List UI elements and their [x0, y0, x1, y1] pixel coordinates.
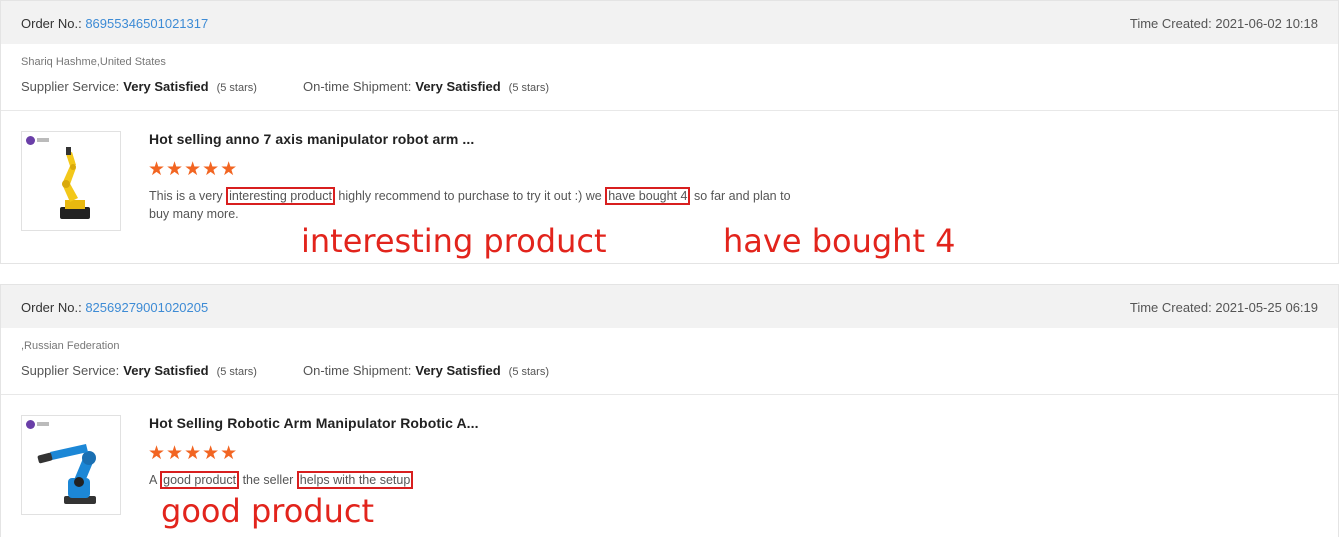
order-header: Order No.: 86955346501021317 Time Create… — [1, 1, 1338, 44]
supplier-service-value: Very Satisfied — [123, 79, 209, 94]
review-text-part: the seller — [239, 473, 297, 487]
order-gap — [0, 264, 1341, 284]
shipment-stars: (5 stars) — [508, 366, 549, 378]
supplier-service-stars: (5 stars) — [216, 82, 257, 94]
review-text-part: A — [149, 473, 161, 487]
seller-ratings: Supplier Service: Very Satisfied (5 stars)… — [21, 79, 549, 94]
rating-stars: ★★★★★ — [148, 443, 239, 464]
product-title[interactable]: Hot Selling Robotic Arm Manipulator Robo… — [149, 415, 479, 431]
buyer-name: Shariq Hashme,United States — [21, 56, 166, 68]
review-text: This is a very interesting product highl… — [149, 187, 809, 223]
order-number-label: Order No.: — [21, 300, 82, 315]
order-number: Order No.: 86955346501021317 — [21, 16, 208, 31]
blue-robot-arm-icon — [37, 444, 96, 504]
shipment-value: Very Satisfied — [415, 363, 501, 378]
shipment-rating: On-time Shipment: Very Satisfied (5 stars) — [303, 79, 549, 94]
order-number-label: Order No.: — [21, 16, 82, 31]
supplier-service-label: Supplier Service: — [21, 79, 120, 94]
order-number-link[interactable]: 86955346501021317 — [85, 16, 208, 31]
seller-ratings: Supplier Service: Very Satisfied (5 stars)… — [21, 363, 549, 378]
yellow-robot-arm-icon — [60, 147, 90, 219]
divider — [1, 394, 1338, 395]
shipment-rating: On-time Shipment: Very Satisfied (5 stars) — [303, 363, 549, 378]
rating-stars: ★★★★★ — [148, 159, 239, 180]
review-text-part: highly recommend to purchase to try it o… — [334, 189, 606, 203]
order-card: Order No.: 82569279001020205 Time Create… — [0, 284, 1339, 537]
highlight-box: interesting product — [226, 187, 335, 205]
review-text-part: This is a very — [149, 189, 227, 203]
shipment-label: On-time Shipment: — [303, 363, 412, 378]
product-title[interactable]: Hot selling anno 7 axis manipulator robo… — [149, 131, 474, 147]
shipment-value: Very Satisfied — [415, 79, 501, 94]
product-thumbnail[interactable] — [21, 131, 121, 231]
supplier-service-value: Very Satisfied — [123, 363, 209, 378]
supplier-service-label: Supplier Service: — [21, 363, 120, 378]
highlight-box: have bought 4 — [605, 187, 691, 205]
order-number: Order No.: 82569279001020205 — [21, 300, 208, 315]
product-thumbnail[interactable] — [21, 415, 121, 515]
time-created: Time Created: 2021-06-02 10:18 — [1129, 16, 1318, 31]
highlight-box: good product — [160, 471, 240, 489]
highlight-box: helps with the setup — [296, 471, 414, 489]
time-created: Time Created: 2021-05-25 06:19 — [1129, 300, 1318, 315]
annotation-label: good product — [161, 492, 375, 530]
divider — [1, 110, 1338, 111]
shipment-stars: (5 stars) — [508, 82, 549, 94]
annotation-label: have bought 4 — [723, 222, 956, 260]
buyer-name: ,Russian Federation — [21, 340, 120, 352]
order-card: Order No.: 86955346501021317 Time Create… — [0, 0, 1339, 264]
order-number-link[interactable]: 82569279001020205 — [85, 300, 208, 315]
supplier-service-stars: (5 stars) — [216, 366, 257, 378]
shipment-label: On-time Shipment: — [303, 79, 412, 94]
order-header: Order No.: 82569279001020205 Time Create… — [1, 285, 1338, 328]
review-text: A good product the seller helps with the… — [149, 471, 809, 489]
annotation-label: interesting product — [301, 222, 607, 260]
